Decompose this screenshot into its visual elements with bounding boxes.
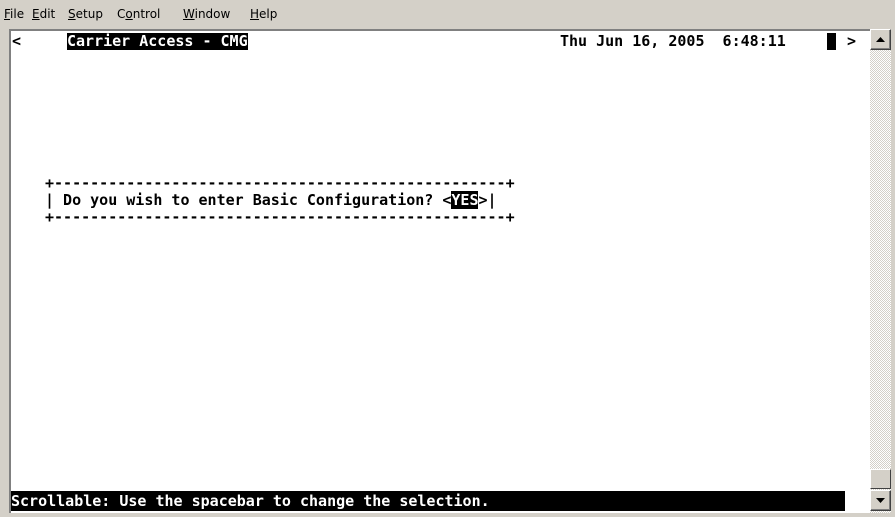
menu-help[interactable]: Help: [250, 7, 277, 21]
scroll-up-button[interactable]: [870, 29, 891, 50]
menu-window[interactable]: Window: [183, 7, 230, 21]
scroll-down-icon: [876, 498, 885, 503]
menu-setup[interactable]: Setup: [68, 7, 103, 21]
dialog-border-bottom: +---------------------------------------…: [45, 208, 515, 226]
menu-control[interactable]: Control: [117, 7, 160, 21]
scroll-left-indicator: <: [12, 32, 22, 50]
menu-bar: File Edit Setup Control Window Help: [0, 0, 895, 29]
terminal-title: Carrier Access - CMG: [67, 32, 248, 50]
dialog-right-edge: >|: [478, 191, 497, 209]
dialog-prompt: | Do you wish to enter Basic Configurati…: [45, 191, 497, 209]
menu-edit[interactable]: Edit: [32, 7, 55, 21]
dialog-question: | Do you wish to enter Basic Configurati…: [45, 191, 452, 209]
text-cursor: [827, 33, 836, 50]
terminal-datetime: Thu Jun 16, 2005 6:48:11: [560, 32, 786, 50]
dialog-border-top: +---------------------------------------…: [45, 174, 515, 192]
status-line: Scrollable: Use the spacebar to change t…: [11, 491, 845, 511]
scroll-down-button[interactable]: [870, 490, 891, 511]
menu-file[interactable]: File: [4, 7, 24, 21]
vertical-scrollbar[interactable]: [870, 29, 891, 513]
window-bottom-edge: [0, 513, 895, 517]
scroll-up-icon: [876, 37, 885, 42]
scrollbar-thumb[interactable]: [870, 469, 891, 489]
dialog-yes-option[interactable]: YES: [451, 191, 479, 209]
scroll-right-indicator: >: [847, 32, 857, 50]
terminal-screen[interactable]: < Carrier Access - CMG Thu Jun 16, 2005 …: [9, 29, 870, 513]
